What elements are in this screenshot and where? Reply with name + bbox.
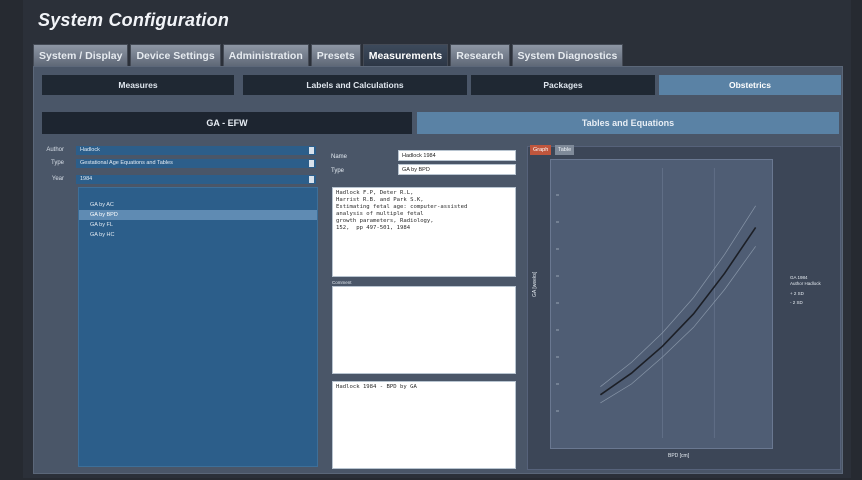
chart-legend: GA 1984 Author Hadlock + 2 SD - 2 SD bbox=[790, 275, 821, 306]
subtab-labels-and-calculations[interactable]: Labels and Calculations bbox=[243, 75, 467, 95]
ga-bpd-chart bbox=[556, 168, 757, 438]
subtab-obstetrics[interactable]: Obstetrics bbox=[659, 75, 841, 95]
reference-textarea[interactable]: Hadlock F.P, Deter R.L, Harrist R.B. and… bbox=[332, 187, 516, 277]
config-window: System Configuration System / Display De… bbox=[23, 0, 851, 478]
tab-presets[interactable]: Presets bbox=[310, 44, 361, 66]
subtab-packages[interactable]: Packages bbox=[471, 75, 655, 95]
tab-research[interactable]: Research bbox=[450, 44, 510, 66]
graph-panel: Graph Table GA [weeks] BPD [cm] GA 1984 … bbox=[527, 145, 841, 470]
list-item[interactable]: GA by HC bbox=[79, 230, 317, 240]
chart-plot-area bbox=[550, 159, 773, 449]
author-label: Author bbox=[46, 147, 64, 153]
author-select[interactable]: Hadlock bbox=[76, 146, 316, 155]
chevron-down-icon bbox=[309, 147, 314, 154]
year-select[interactable]: 1984 bbox=[76, 175, 316, 184]
author-select-value: Hadlock bbox=[80, 147, 100, 153]
section-tab-tables-and-equations[interactable]: Tables and Equations bbox=[417, 112, 839, 134]
list-item[interactable]: GA by BPD bbox=[79, 210, 317, 220]
legend-author: Author Hadlock bbox=[790, 281, 821, 286]
section-tab-ga-efw[interactable]: GA - EFW bbox=[42, 112, 412, 134]
series-line-plus-2sd bbox=[600, 205, 756, 387]
tab-measurements[interactable]: Measurements bbox=[362, 44, 449, 66]
measure-listbox[interactable]: GA by AC GA by BPD GA by FL GA by HC bbox=[78, 187, 318, 467]
chevron-down-icon bbox=[309, 160, 314, 167]
comment-textarea[interactable] bbox=[332, 286, 516, 374]
tab-device-settings[interactable]: Device Settings bbox=[130, 44, 221, 66]
type-detail-label: Type bbox=[331, 168, 345, 174]
name-label: Name bbox=[331, 154, 348, 160]
tab-administration[interactable]: Administration bbox=[222, 44, 309, 66]
tab-system-diagnostics[interactable]: System Diagnostics bbox=[511, 44, 624, 66]
type-select-value: Gestational Age Equations and Tables bbox=[80, 160, 173, 166]
series-line-mean bbox=[599, 226, 757, 396]
main-tab-bar: System / Display Device Settings Adminis… bbox=[33, 44, 624, 66]
legend-plus-2sd: + 2 SD bbox=[790, 291, 804, 296]
list-item[interactable]: GA by AC bbox=[79, 200, 317, 210]
chevron-down-icon bbox=[309, 176, 314, 183]
description-textarea[interactable]: Hadlock 1984 - BPD by GA bbox=[332, 381, 516, 469]
name-field[interactable]: Hadlock 1984 bbox=[398, 150, 516, 161]
type-label: Type bbox=[50, 160, 64, 166]
comment-label: Comment bbox=[332, 280, 352, 285]
tab-graph[interactable]: Graph bbox=[530, 145, 552, 155]
tab-system-display[interactable]: System / Display bbox=[33, 44, 129, 66]
measurements-panel: Measures Labels and Calculations Package… bbox=[33, 66, 843, 474]
type-select[interactable]: Gestational Age Equations and Tables bbox=[76, 159, 316, 168]
type-field[interactable]: GA by BPD bbox=[398, 164, 516, 175]
year-label: Year bbox=[51, 176, 64, 182]
page-title: System Configuration bbox=[38, 10, 230, 30]
subtab-measures[interactable]: Measures bbox=[42, 75, 234, 95]
tab-table[interactable]: Table bbox=[555, 145, 575, 155]
y-axis-label: GA [weeks] bbox=[532, 271, 538, 297]
year-select-value: 1984 bbox=[80, 176, 93, 182]
x-axis-label: BPD [cm] bbox=[668, 453, 690, 459]
list-item[interactable]: GA by FL bbox=[79, 220, 317, 230]
legend-minus-2sd: - 2 SD bbox=[790, 300, 803, 305]
